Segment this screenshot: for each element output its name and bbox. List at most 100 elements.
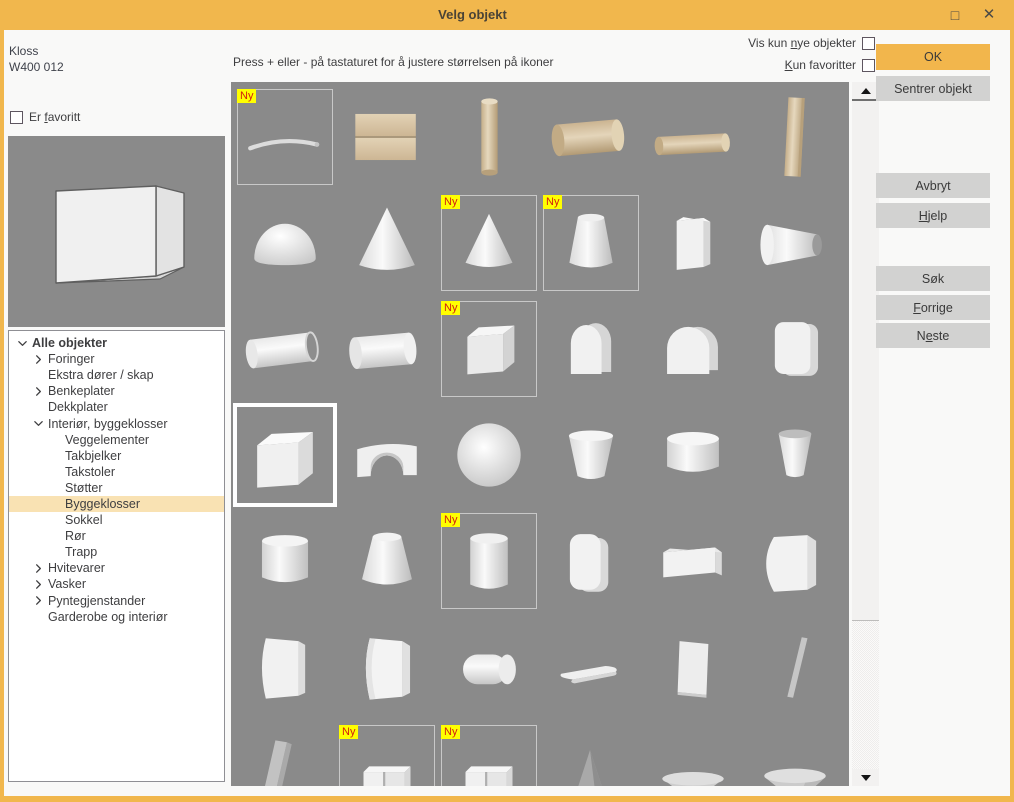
next-button[interactable]: Neste xyxy=(876,323,990,348)
tree-item-veggelementer[interactable]: Veggelementer xyxy=(9,432,224,448)
tree-item-interiør-byggeklosser[interactable]: Interiør, byggeklosser xyxy=(9,415,224,431)
wood-cyl-v-icon xyxy=(441,89,537,185)
tree-item-byggeklosser[interactable]: Byggeklosser xyxy=(9,496,224,512)
scroll-up-button[interactable] xyxy=(852,82,879,99)
grid-item-cube[interactable]: Ny xyxy=(441,301,537,397)
tree-item-støtter[interactable]: Støtter xyxy=(9,480,224,496)
grid-item-wall-h[interactable] xyxy=(645,513,741,609)
grid-item-rounded-corner-box[interactable] xyxy=(747,513,843,609)
chevron-right-icon xyxy=(33,595,48,606)
search-button[interactable]: Søk xyxy=(876,266,990,291)
close-icon[interactable]: ✕ xyxy=(974,3,1004,27)
grid-item-blocks-two[interactable]: Ny xyxy=(339,725,435,786)
checkbox-box-icon[interactable] xyxy=(862,37,875,50)
grid-item-slab-v[interactable] xyxy=(645,195,741,291)
tree-item-dekkplater[interactable]: Dekkplater xyxy=(9,399,224,415)
grid-item-arch-wide[interactable] xyxy=(645,301,741,397)
grid-item-frustum[interactable]: Ny xyxy=(543,195,639,291)
show-only-new-checkbox[interactable]: Vis kun nye objekter xyxy=(748,36,875,50)
tree-item-alle-objekter[interactable]: Alle objekter xyxy=(9,335,224,351)
grid-item-bucket-narrow[interactable] xyxy=(747,407,843,503)
grid-item-box-round-tall2[interactable] xyxy=(339,619,435,715)
tree-item-takbjelker[interactable]: Takbjelker xyxy=(9,448,224,464)
grid-item-arch-bridge[interactable] xyxy=(339,407,435,503)
help-button[interactable]: Hjelp xyxy=(876,203,990,228)
selected-object-name: Kloss xyxy=(9,44,38,58)
only-favorites-checkbox[interactable]: Kun favoritter xyxy=(785,58,875,72)
tree-item-foringer[interactable]: Foringer xyxy=(9,351,224,367)
grid-item-rounded-box-tall[interactable] xyxy=(543,513,639,609)
tree-item-rør[interactable]: Rør xyxy=(9,528,224,544)
scroll-thumb[interactable] xyxy=(852,99,879,621)
checkbox-box-icon[interactable] xyxy=(10,111,23,124)
cyl-v-icon xyxy=(442,514,536,608)
cancel-button[interactable]: Avbryt xyxy=(876,173,990,198)
chevron-down-icon xyxy=(33,418,48,429)
grid-item-plank-slant[interactable] xyxy=(237,725,333,786)
tree-item-label: Støtter xyxy=(65,480,103,496)
grid-item-wood-planks[interactable] xyxy=(339,89,435,185)
grid-scrollbar[interactable] xyxy=(852,82,879,786)
grid-item-rounded-slab[interactable] xyxy=(747,301,843,397)
chevron-right-icon xyxy=(33,386,48,397)
dialog-content: Kloss W400 012 Er favoritt Alle objekter… xyxy=(4,30,1010,796)
grid-item-funnel-h[interactable] xyxy=(747,195,843,291)
favorite-checkbox-label: Er favoritt xyxy=(29,110,80,124)
grid-item-frustum-wide[interactable] xyxy=(339,513,435,609)
tree-item-benkeplater[interactable]: Benkeplater xyxy=(9,383,224,399)
chevron-down-icon xyxy=(17,338,32,349)
grid-item-wood-log[interactable] xyxy=(543,89,639,185)
grid-item-wood-plank-v[interactable] xyxy=(747,89,843,185)
tree-item-vasker[interactable]: Vasker xyxy=(9,576,224,592)
new-badge: Ny xyxy=(441,725,460,739)
grid-item-cube-big[interactable] xyxy=(237,407,333,503)
arch-bridge-icon xyxy=(339,407,435,503)
ok-button[interactable]: OK xyxy=(876,44,990,70)
tree-item-garderobe-og-interiør[interactable]: Garderobe og interiør xyxy=(9,609,224,625)
scroll-down-button[interactable] xyxy=(852,769,879,786)
grid-item-wood-log-small[interactable] xyxy=(645,89,741,185)
grid-item-plate-flat[interactable] xyxy=(543,619,639,715)
chevron-right-icon xyxy=(33,354,48,365)
maximize-icon[interactable]: □ xyxy=(940,3,970,27)
checkbox-box-icon[interactable] xyxy=(862,59,875,72)
grid-item-bucket[interactable] xyxy=(543,407,639,503)
cone-tall-icon xyxy=(339,195,435,291)
center-object-button[interactable]: Sentrer objekt xyxy=(876,76,990,101)
show-only-new-label: Vis kun nye objekter xyxy=(748,36,856,50)
grid-item-cone[interactable]: Ny xyxy=(441,195,537,291)
grid-item-tube-open[interactable] xyxy=(237,301,333,397)
grid-item-box-round-tall[interactable] xyxy=(237,619,333,715)
tree-item-ekstra-dører-skap[interactable]: Ekstra dører / skap xyxy=(9,367,224,383)
grid-item-wedge-dark[interactable] xyxy=(543,725,639,786)
grid-item-wood-cyl-v[interactable] xyxy=(441,89,537,185)
grid-item-cyl-v[interactable]: Ny xyxy=(441,513,537,609)
grid-item-cone-inv[interactable] xyxy=(747,725,843,786)
grid-item-rod-curved[interactable]: Ny xyxy=(237,89,333,185)
grid-item-blocks-two[interactable]: Ny xyxy=(441,725,537,786)
grid-item-cone-flat-inv[interactable] xyxy=(645,725,741,786)
tree-item-pyntegjenstander[interactable]: Pyntegjenstander xyxy=(9,593,224,609)
grid-item-cylinder-h[interactable] xyxy=(339,301,435,397)
grid-item-rod-slant[interactable] xyxy=(747,619,843,715)
tree-item-label: Rør xyxy=(65,528,86,544)
tree-item-label: Takstoler xyxy=(65,464,115,480)
tree-item-hvitevarer[interactable]: Hvitevarer xyxy=(9,560,224,576)
tree-item-trapp[interactable]: Trapp xyxy=(9,544,224,560)
grid-item-arch-narrow[interactable] xyxy=(543,301,639,397)
grid-item-panel-thin[interactable] xyxy=(645,619,741,715)
grid-item-dome[interactable] xyxy=(237,195,333,291)
grid-item-sphere[interactable] xyxy=(441,407,537,503)
rounded-slab-icon xyxy=(747,301,843,397)
favorite-checkbox[interactable]: Er favoritt xyxy=(10,110,80,124)
grid-item-cyl-squat[interactable] xyxy=(237,513,333,609)
tree-item-label: Takbjelker xyxy=(65,448,121,464)
grid-item-cone-tall[interactable] xyxy=(339,195,435,291)
tree-item-takstoler[interactable]: Takstoler xyxy=(9,464,224,480)
drum-icon xyxy=(645,407,741,503)
grid-item-pill-h[interactable] xyxy=(441,619,537,715)
bucket-icon xyxy=(543,407,639,503)
tree-item-sokkel[interactable]: Sokkel xyxy=(9,512,224,528)
grid-item-drum[interactable] xyxy=(645,407,741,503)
previous-button[interactable]: Forrige xyxy=(876,295,990,320)
